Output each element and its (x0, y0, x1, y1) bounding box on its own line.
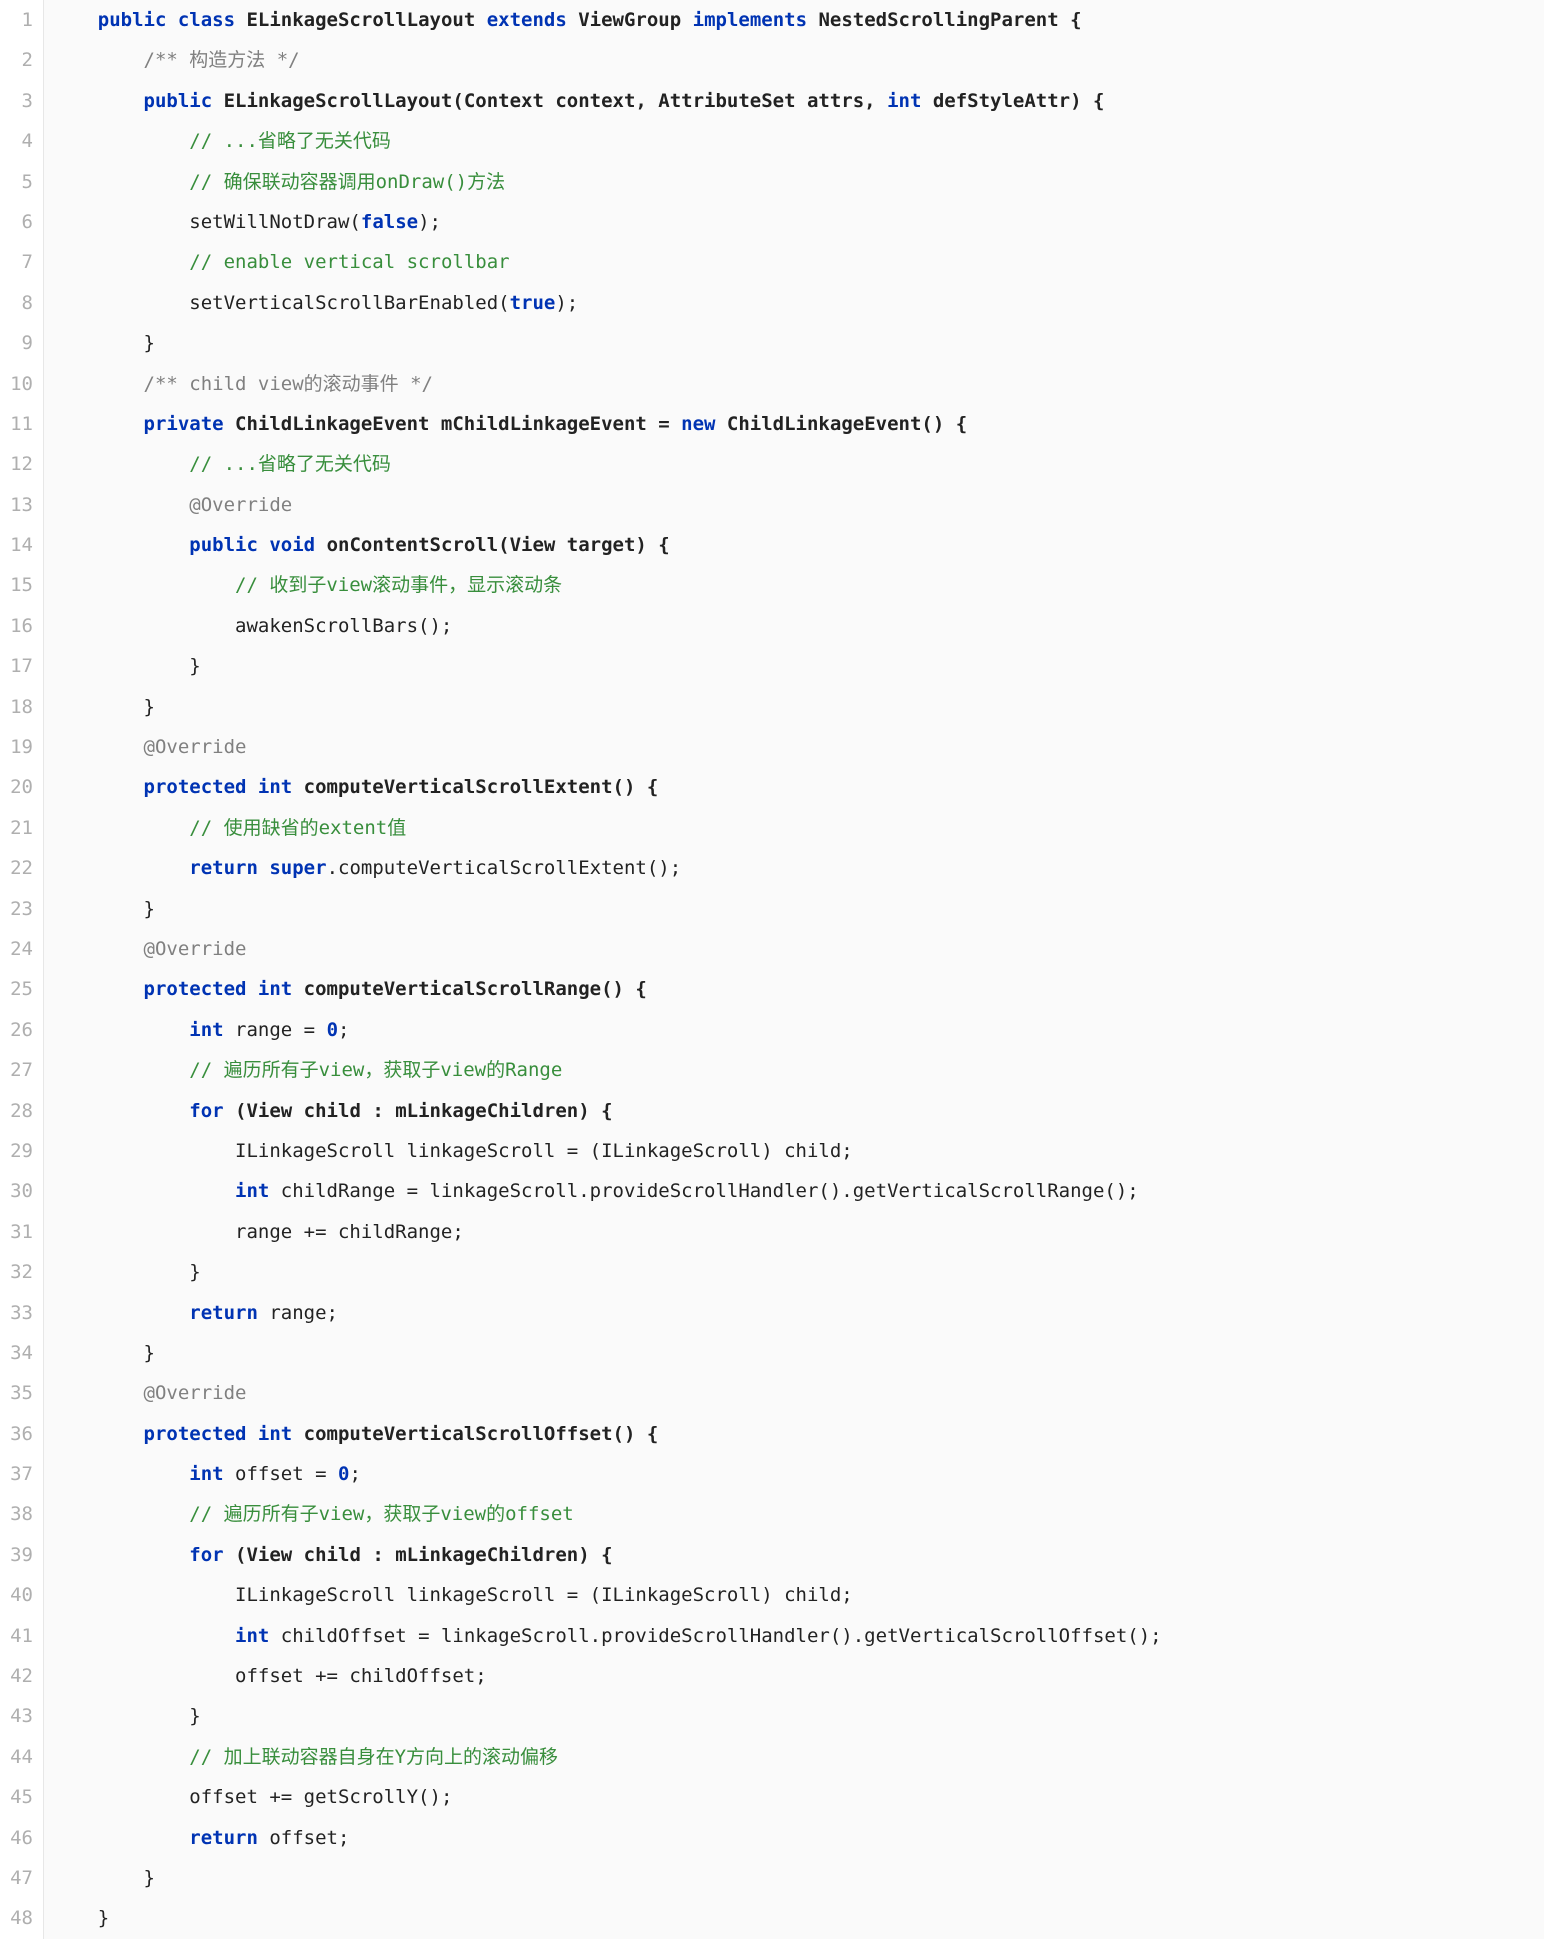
code-line: return offset; (52, 1818, 1544, 1858)
line-number: 30 (0, 1171, 33, 1211)
code-line: } (52, 646, 1544, 686)
code-line: ILinkageScroll linkageScroll = (ILinkage… (52, 1131, 1544, 1171)
code-line: offset += childOffset; (52, 1656, 1544, 1696)
line-number: 9 (0, 323, 33, 363)
line-number: 15 (0, 565, 33, 605)
code-line: private ChildLinkageEvent mChildLinkageE… (52, 404, 1544, 444)
code-line: return super.computeVerticalScrollExtent… (52, 848, 1544, 888)
line-number: 41 (0, 1616, 33, 1656)
line-number: 31 (0, 1212, 33, 1252)
code-line: range += childRange; (52, 1212, 1544, 1252)
line-number: 11 (0, 404, 33, 444)
line-number: 48 (0, 1898, 33, 1938)
line-number: 19 (0, 727, 33, 767)
code-area[interactable]: public class ELinkageScrollLayout extend… (44, 0, 1544, 1939)
line-number: 21 (0, 808, 33, 848)
code-line: // ...省略了无关代码 (52, 121, 1544, 161)
code-line: } (52, 323, 1544, 363)
code-line: return range; (52, 1293, 1544, 1333)
code-line: } (52, 1858, 1544, 1898)
code-line: /** 构造方法 */ (52, 40, 1544, 80)
code-line: @Override (52, 929, 1544, 969)
code-line: } (52, 687, 1544, 727)
line-number: 27 (0, 1050, 33, 1090)
line-number: 35 (0, 1373, 33, 1413)
code-line: @Override (52, 1373, 1544, 1413)
line-number-gutter: 1 2 3 4 5 6 7 8 9 10 11 12 13 14 15 16 1… (0, 0, 44, 1939)
code-line: setVerticalScrollBarEnabled(true); (52, 283, 1544, 323)
line-number: 8 (0, 283, 33, 323)
line-number: 3 (0, 81, 33, 121)
line-number: 42 (0, 1656, 33, 1696)
code-line: // 使用缺省的extent值 (52, 808, 1544, 848)
code-line: protected int computeVerticalScrollRange… (52, 969, 1544, 1009)
code-line: } (52, 1333, 1544, 1373)
code-line: } (52, 1252, 1544, 1292)
code-line: // enable vertical scrollbar (52, 242, 1544, 282)
code-line: } (52, 1898, 1544, 1938)
line-number: 2 (0, 40, 33, 80)
code-line: protected int computeVerticalScrollExten… (52, 767, 1544, 807)
line-number: 1 (0, 0, 33, 40)
line-number: 39 (0, 1535, 33, 1575)
code-line: @Override (52, 727, 1544, 767)
line-number: 47 (0, 1858, 33, 1898)
line-number: 37 (0, 1454, 33, 1494)
code-line: awakenScrollBars(); (52, 606, 1544, 646)
code-line: } (52, 1696, 1544, 1736)
line-number: 7 (0, 242, 33, 282)
code-line: int range = 0; (52, 1010, 1544, 1050)
line-number: 6 (0, 202, 33, 242)
code-line: public void onContentScroll(View target)… (52, 525, 1544, 565)
line-number: 36 (0, 1414, 33, 1454)
line-number: 5 (0, 162, 33, 202)
line-number: 34 (0, 1333, 33, 1373)
code-line: @Override (52, 485, 1544, 525)
code-line: // 收到子view滚动事件，显示滚动条 (52, 565, 1544, 605)
line-number: 46 (0, 1818, 33, 1858)
code-line: ILinkageScroll linkageScroll = (ILinkage… (52, 1575, 1544, 1615)
code-line: /** child view的滚动事件 */ (52, 364, 1544, 404)
line-number: 29 (0, 1131, 33, 1171)
line-number: 4 (0, 121, 33, 161)
line-number: 32 (0, 1252, 33, 1292)
line-number: 33 (0, 1293, 33, 1333)
code-line: protected int computeVerticalScrollOffse… (52, 1414, 1544, 1454)
code-line: int childRange = linkageScroll.provideSc… (52, 1171, 1544, 1211)
code-line: // 遍历所有子view，获取子view的Range (52, 1050, 1544, 1090)
code-line: } (52, 889, 1544, 929)
line-number: 13 (0, 485, 33, 525)
code-line: // 遍历所有子view，获取子view的offset (52, 1494, 1544, 1534)
line-number: 18 (0, 687, 33, 727)
code-line: for (View child : mLinkageChildren) { (52, 1091, 1544, 1131)
code-line: // 确保联动容器调用onDraw()方法 (52, 162, 1544, 202)
code-line: // 加上联动容器自身在Y方向上的滚动偏移 (52, 1737, 1544, 1777)
line-number: 45 (0, 1777, 33, 1817)
code-line: int childOffset = linkageScroll.provideS… (52, 1616, 1544, 1656)
code-line: offset += getScrollY(); (52, 1777, 1544, 1817)
line-number: 20 (0, 767, 33, 807)
line-number: 23 (0, 889, 33, 929)
code-line: setWillNotDraw(false); (52, 202, 1544, 242)
line-number: 25 (0, 969, 33, 1009)
code-line: int offset = 0; (52, 1454, 1544, 1494)
line-number: 24 (0, 929, 33, 969)
code-line: // ...省略了无关代码 (52, 444, 1544, 484)
code-line: public class ELinkageScrollLayout extend… (52, 0, 1544, 40)
line-number: 14 (0, 525, 33, 565)
line-number: 44 (0, 1737, 33, 1777)
code-line: public ELinkageScrollLayout(Context cont… (52, 81, 1544, 121)
line-number: 40 (0, 1575, 33, 1615)
line-number: 43 (0, 1696, 33, 1736)
line-number: 38 (0, 1494, 33, 1534)
line-number: 16 (0, 606, 33, 646)
line-number: 26 (0, 1010, 33, 1050)
line-number: 10 (0, 364, 33, 404)
line-number: 17 (0, 646, 33, 686)
code-line: for (View child : mLinkageChildren) { (52, 1535, 1544, 1575)
line-number: 22 (0, 848, 33, 888)
line-number: 28 (0, 1091, 33, 1131)
line-number: 12 (0, 444, 33, 484)
